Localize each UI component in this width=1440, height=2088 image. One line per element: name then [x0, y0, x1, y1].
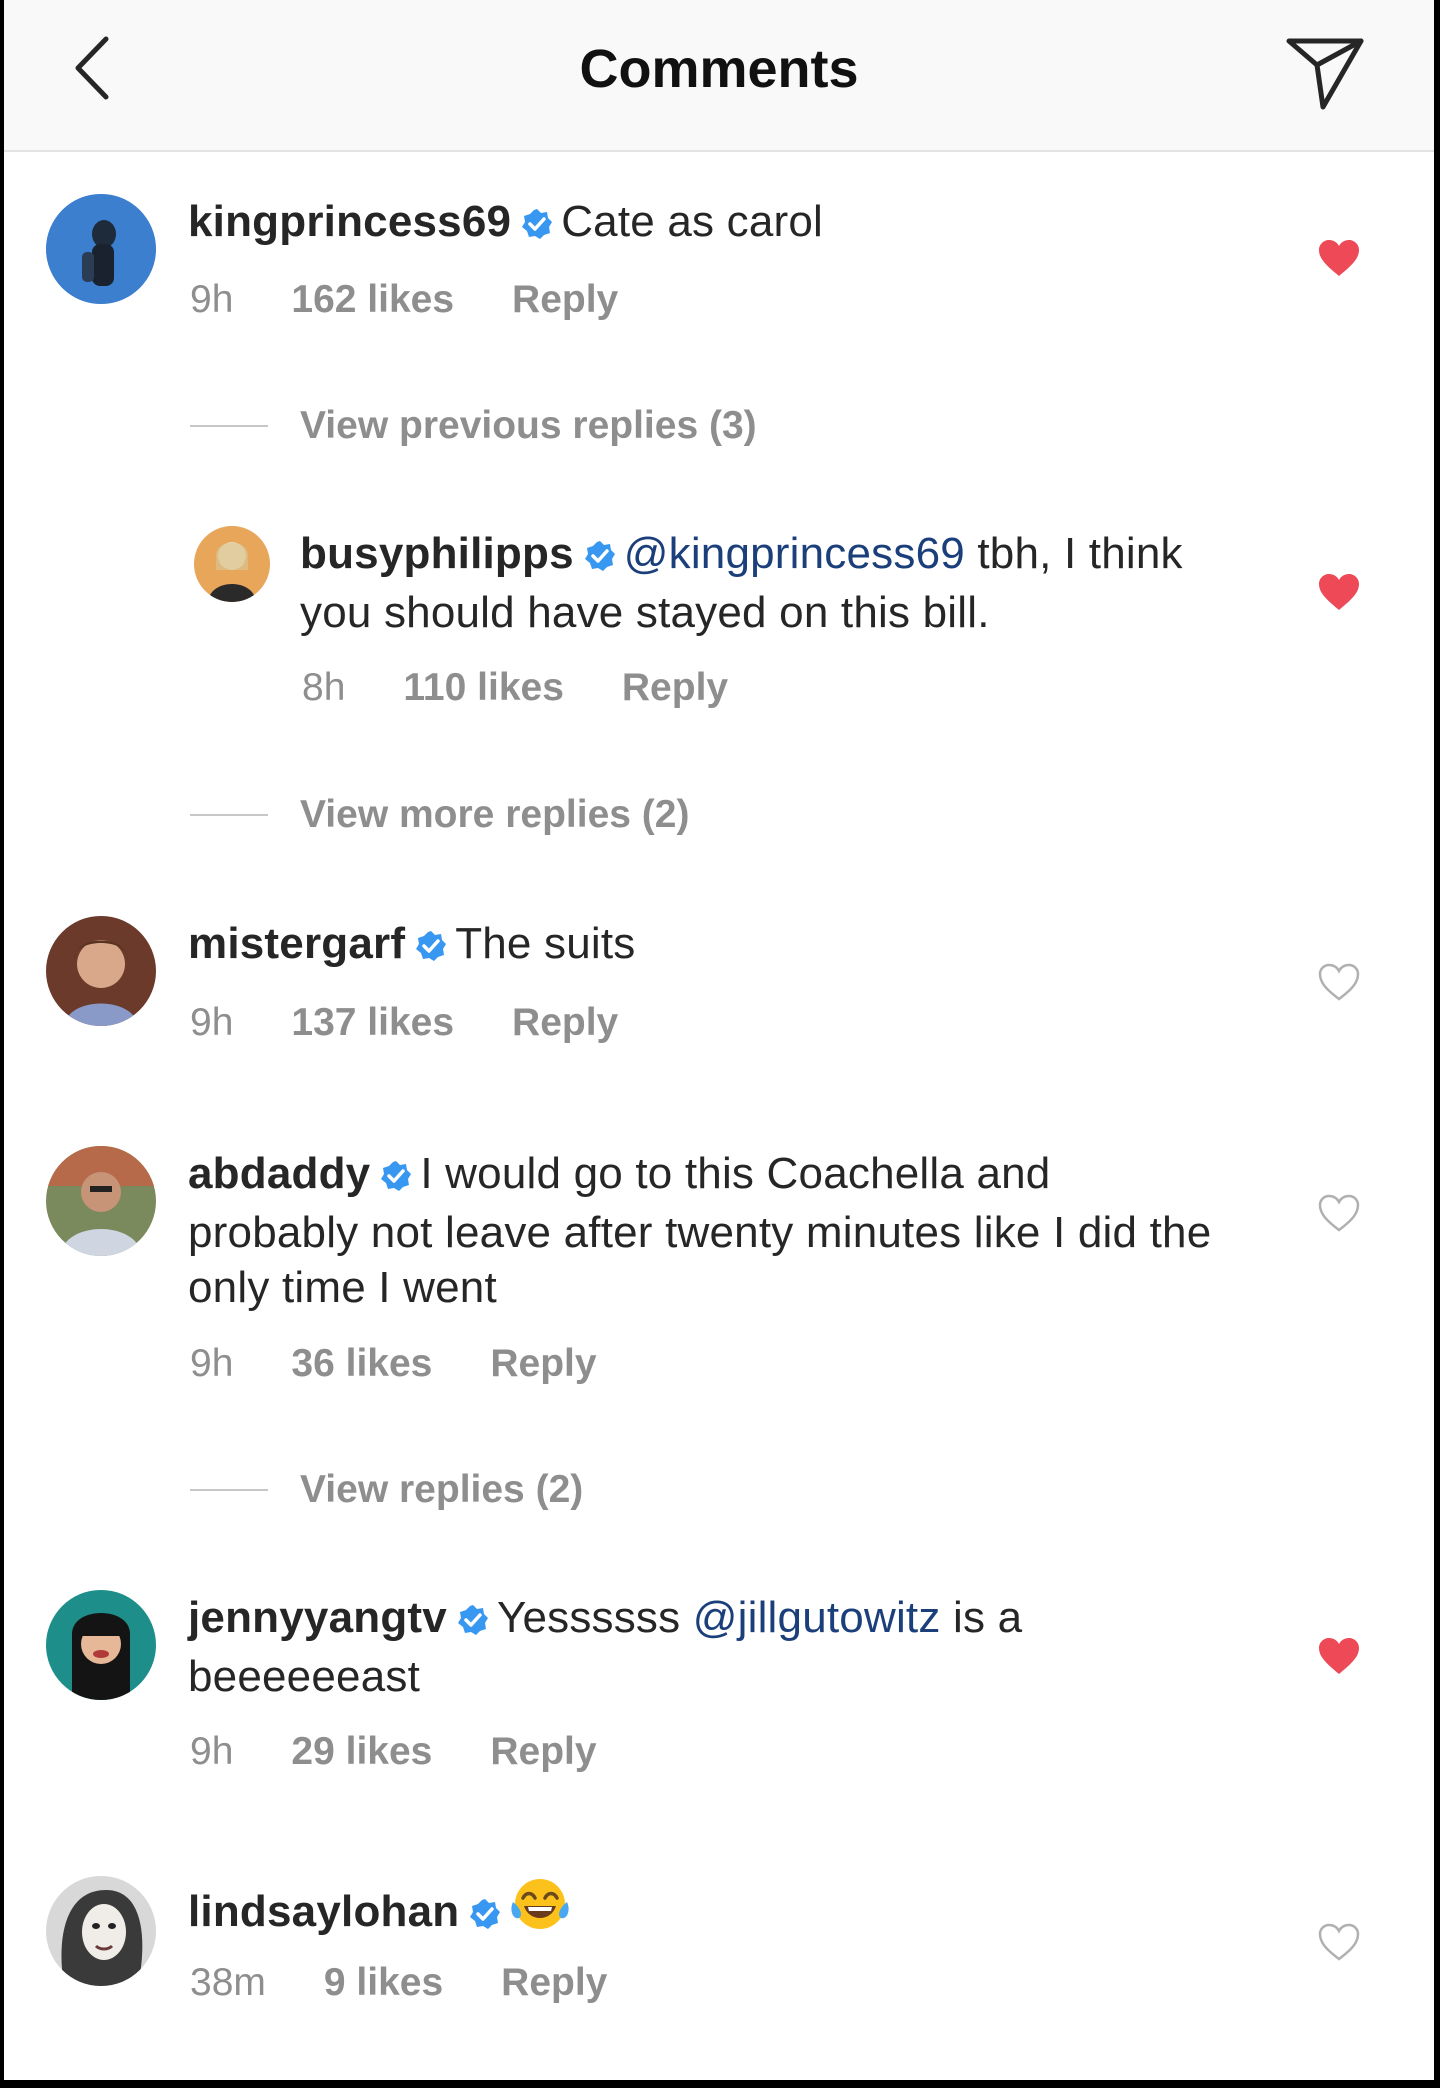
reply-meta: 8h 110 likes Reply	[302, 666, 728, 710]
heart-filled-icon[interactable]	[1317, 1636, 1361, 1676]
reply-button[interactable]: Reply	[622, 666, 728, 710]
verified-badge-icon	[457, 1594, 489, 1649]
face-with-tears-of-joy-emoji	[509, 1876, 571, 1945]
view-previous-replies-button[interactable]: View previous replies (3)	[190, 404, 757, 448]
avatar-lindsaylohan[interactable]	[46, 1876, 156, 1986]
heart-outline-icon[interactable]	[1317, 1922, 1361, 1962]
reply-username[interactable]: busyphilipps	[300, 529, 574, 578]
reply-button[interactable]: Reply	[512, 1001, 618, 1045]
page-title: Comments	[579, 39, 859, 99]
view-replies-label: View replies (2)	[300, 1468, 584, 1511]
comment-meta: 38m 9 likes Reply	[190, 1961, 607, 2005]
reply-body: busyphilipps @kingprincess69 tbh, I think…	[300, 526, 1260, 640]
verified-badge-icon	[521, 198, 553, 253]
mention-link[interactable]: @kingprincess69	[624, 529, 965, 578]
comment-likes[interactable]: 9 likes	[324, 1961, 443, 2005]
verified-badge-icon	[584, 530, 616, 585]
comment-username[interactable]: kingprincess69	[188, 197, 511, 246]
avatar-mistergarf[interactable]	[46, 916, 156, 1026]
comment-meta: 9h 137 likes Reply	[190, 1001, 618, 1045]
heart-outline-icon[interactable]	[1317, 1193, 1361, 1233]
comment-time: 9h	[190, 1001, 234, 1044]
comment-text: The suits	[455, 919, 636, 968]
view-more-replies-button[interactable]: View more replies (2)	[190, 793, 689, 837]
comment-body: mistergarf The suits	[188, 916, 1288, 975]
verified-badge-icon	[380, 1150, 412, 1205]
comment-time: 9h	[190, 1342, 234, 1385]
share-button[interactable]	[1280, 30, 1370, 120]
comment-text-before: Yessssss	[496, 1593, 693, 1642]
reply-button[interactable]: Reply	[490, 1342, 596, 1386]
avatar-kingprincess69[interactable]	[46, 194, 156, 304]
comment-likes[interactable]: 36 likes	[291, 1342, 432, 1386]
heart-filled-icon[interactable]	[1317, 238, 1361, 278]
comment-username[interactable]: lindsaylohan	[188, 1887, 459, 1936]
comments-screen: Comments kingprincess69 Cate as carol 9h …	[4, 0, 1434, 2080]
comment-text: Cate as carol	[561, 197, 824, 246]
mention-link[interactable]: @jillgutowitz	[693, 1593, 941, 1642]
comment-meta: 9h 162 likes Reply	[190, 278, 618, 322]
comment-time: 38m	[190, 1961, 266, 2004]
avatar-busyphilipps[interactable]	[194, 526, 270, 602]
comment-username[interactable]: mistergarf	[188, 919, 405, 968]
avatar-abdaddy[interactable]	[46, 1146, 156, 1256]
comment-likes[interactable]: 29 likes	[291, 1730, 432, 1774]
comment-body: abdaddy I would go to this Coachella and …	[188, 1146, 1228, 1315]
comment-time: 9h	[190, 1730, 234, 1773]
heart-outline-icon[interactable]	[1317, 962, 1361, 1002]
avatar-jennyyangtv[interactable]	[46, 1590, 156, 1700]
comment-time: 9h	[190, 278, 234, 321]
comment-username[interactable]: jennyyangtv	[188, 1593, 447, 1642]
comment-body: jennyyangtv Yessssss @jillgutowitz is a b…	[188, 1590, 1228, 1704]
comment-meta: 9h 36 likes Reply	[190, 1342, 597, 1386]
verified-badge-icon	[469, 1888, 501, 1943]
reply-button[interactable]: Reply	[501, 1961, 607, 2005]
heart-filled-icon[interactable]	[1317, 572, 1361, 612]
verified-badge-icon	[415, 920, 447, 975]
header-bar: Comments	[4, 0, 1434, 152]
comment-body: lindsaylohan	[188, 1876, 1228, 1945]
comment-likes[interactable]: 137 likes	[291, 1001, 454, 1045]
view-previous-replies-label: View previous replies (3)	[300, 404, 757, 447]
comment-username[interactable]: abdaddy	[188, 1149, 370, 1198]
comment-likes[interactable]: 162 likes	[291, 278, 454, 322]
view-more-replies-label: View more replies (2)	[300, 793, 690, 836]
comment-meta: 9h 29 likes Reply	[190, 1730, 597, 1774]
reply-time: 8h	[302, 666, 346, 709]
view-replies-button[interactable]: View replies (2)	[190, 1468, 583, 1512]
reply-likes[interactable]: 110 likes	[403, 666, 564, 710]
reply-button[interactable]: Reply	[490, 1730, 596, 1774]
reply-button[interactable]: Reply	[512, 278, 618, 322]
comment-body: kingprincess69 Cate as carol	[188, 194, 1288, 253]
divider-line	[190, 1489, 268, 1491]
divider-line	[190, 425, 268, 427]
paper-plane-icon	[1285, 35, 1365, 116]
divider-line	[190, 814, 268, 816]
